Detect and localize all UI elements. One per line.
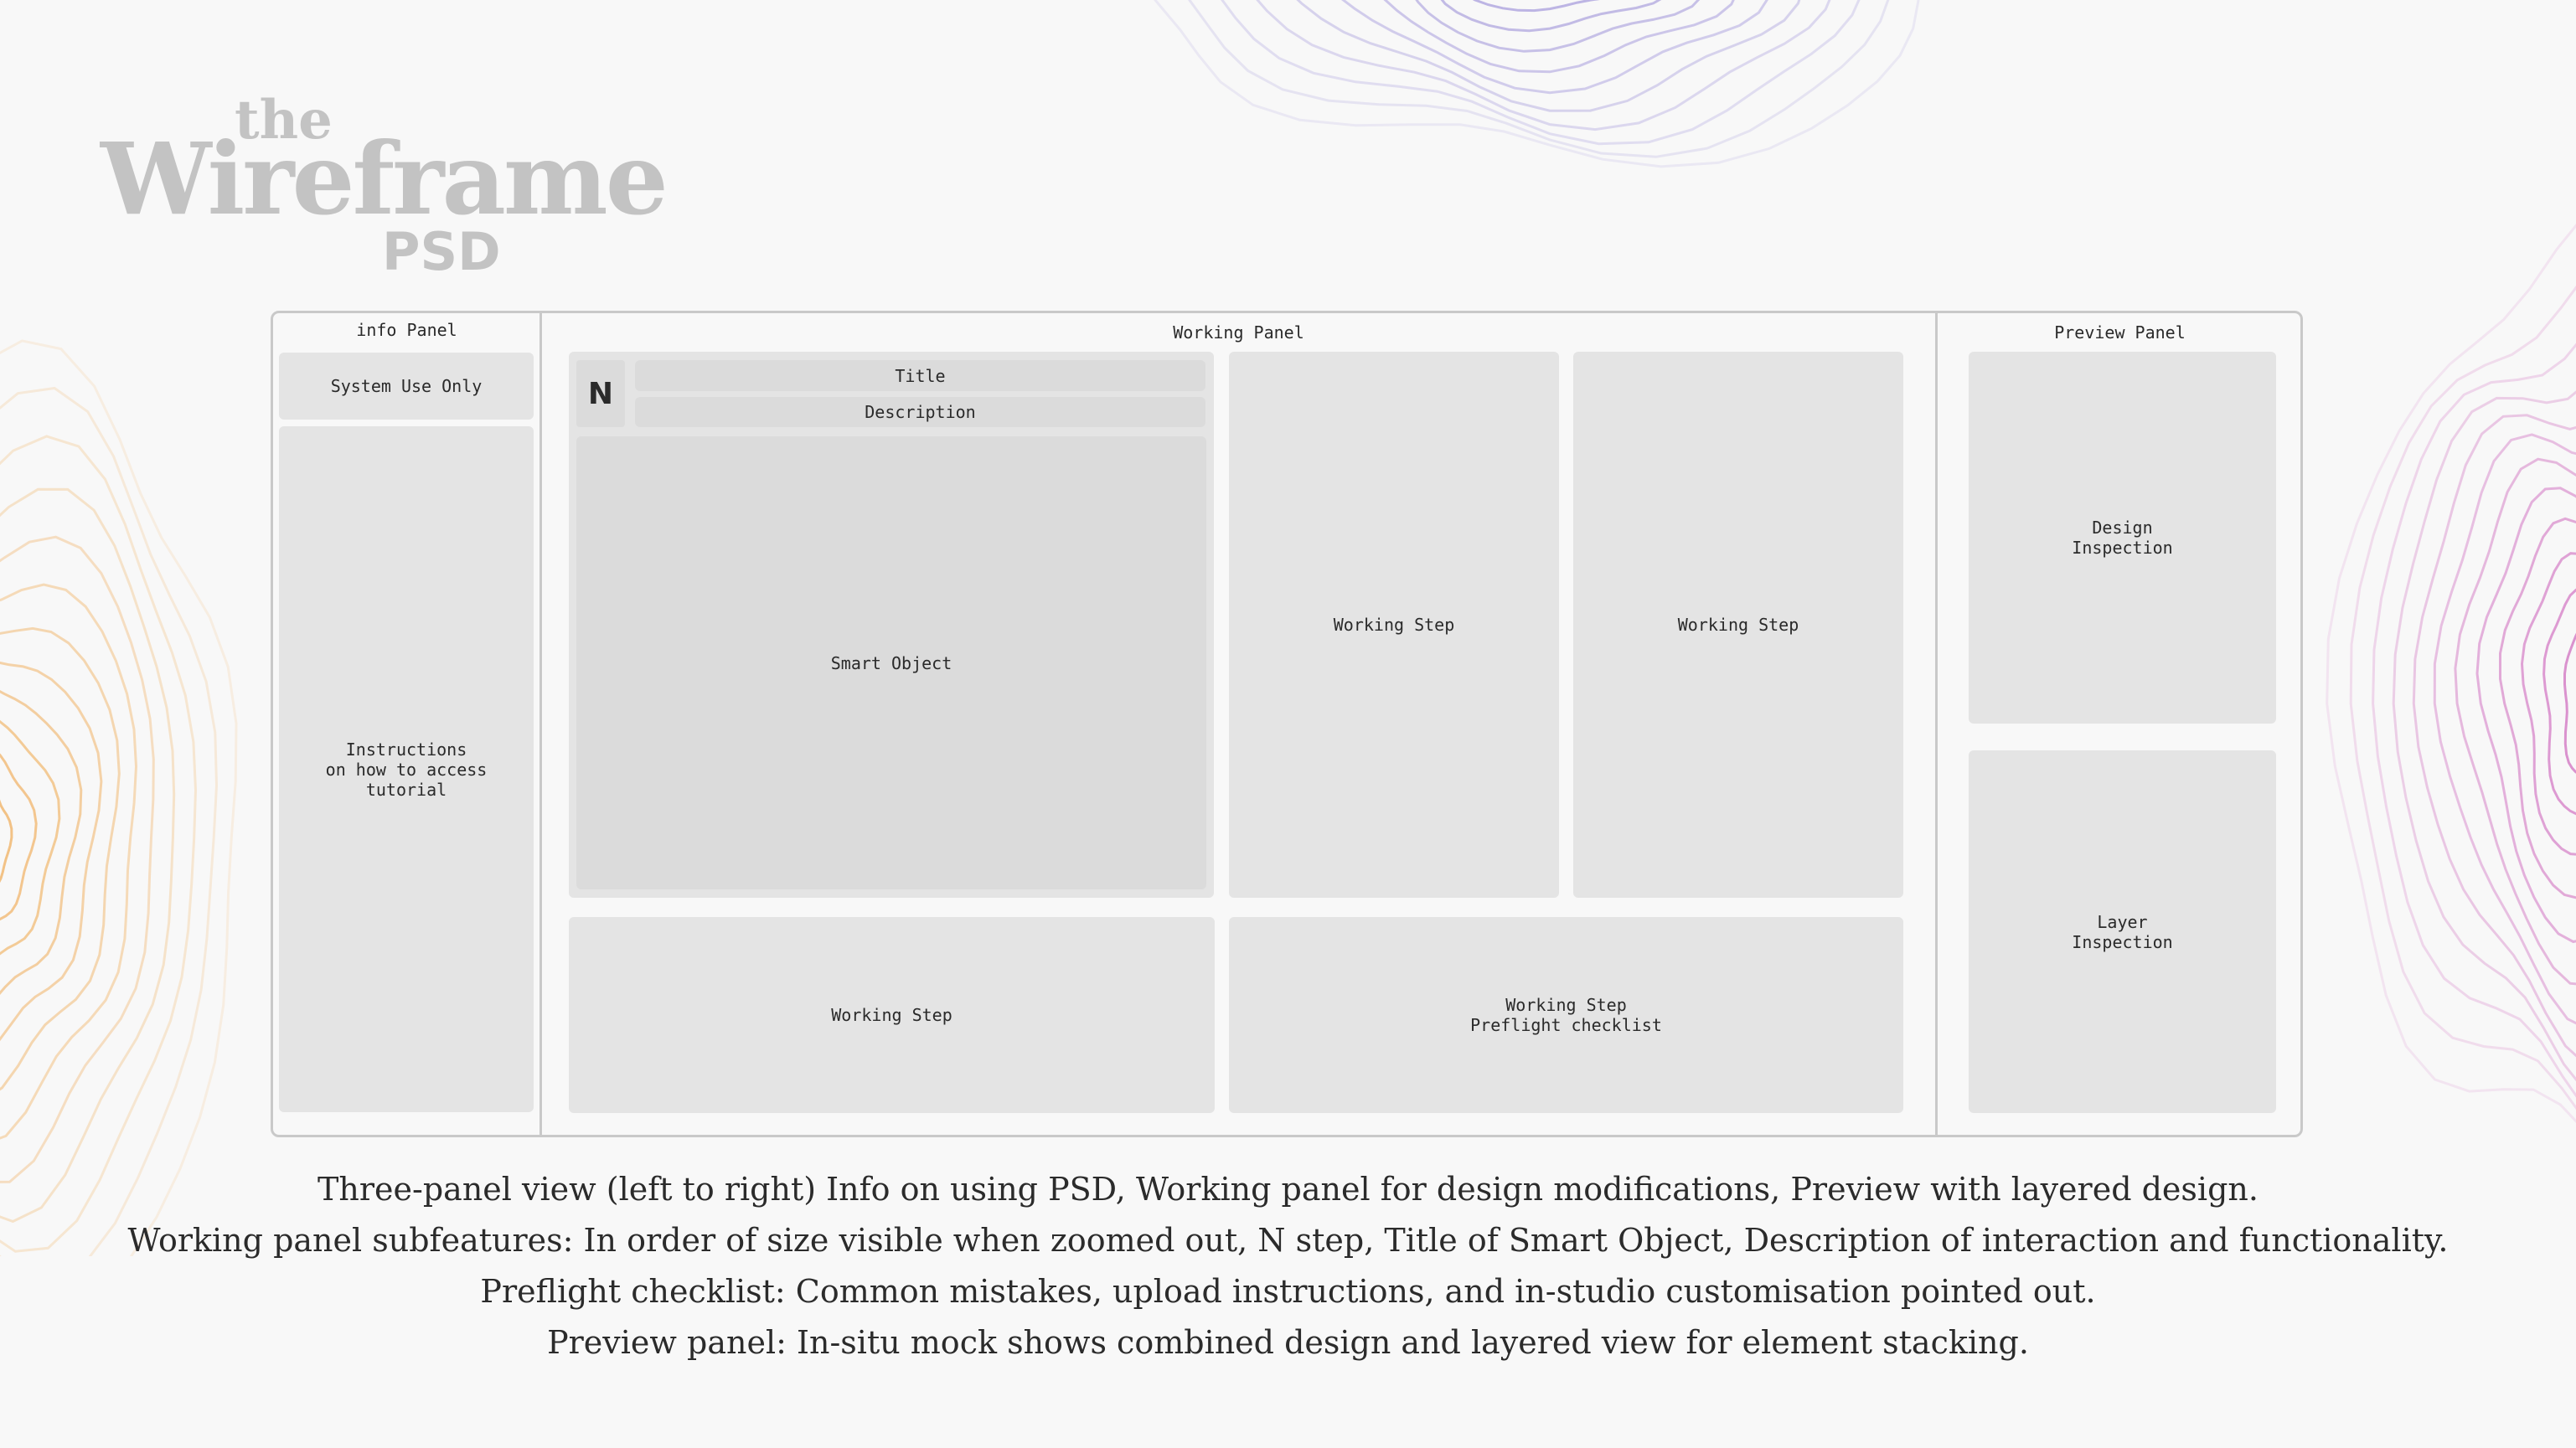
contour-line (1188, 0, 1890, 158)
working-step-box: Working Step (1229, 352, 1559, 898)
working-step-box: Working Step (569, 917, 1215, 1113)
title-field-label: Title (895, 365, 946, 386)
contour-line (1472, 0, 1600, 13)
smart-object-area: Smart Object (576, 436, 1206, 889)
title-field: Title (635, 360, 1205, 391)
working-step-label: Working Step (1677, 615, 1799, 635)
system-use-label: System Use Only (330, 376, 483, 396)
contour-line (1440, 0, 1662, 33)
design-inspection-box: Design Inspection (1969, 352, 2276, 724)
contour-line (0, 435, 198, 1253)
preflight-checklist-label: Working Step Preflight checklist (1470, 995, 1662, 1035)
contour-line (1221, 0, 1861, 146)
contour-line (2433, 433, 2576, 1025)
contour-line (2542, 588, 2576, 816)
instructions-label: Instructions on how to access tutorial (325, 739, 488, 800)
logo-wireframe: Wireframe (101, 121, 669, 237)
working-step-label: Working Step (831, 1005, 952, 1025)
contour-line (2392, 390, 2576, 1082)
working-step-box: Working Step (1573, 352, 1903, 898)
preview-panel-title: Preview Panel (2054, 322, 2186, 343)
contour-right-decoration (2326, 223, 2576, 1124)
working-step-label: Working Step (1333, 615, 1455, 635)
contour-line (0, 535, 155, 1183)
contour-line (1154, 0, 1920, 168)
preflight-checklist-box: Working Step Preflight checklist (1229, 917, 1903, 1113)
description-field: Description (635, 397, 1205, 427)
contour-line (2349, 285, 2576, 1110)
logo: the Wireframe PSD (101, 84, 669, 285)
panel-divider-right (1935, 311, 1938, 1137)
contour-line (1296, 0, 1801, 112)
contour-line (2563, 632, 2576, 774)
contour-line (0, 661, 103, 1042)
contour-line (1256, 0, 1831, 131)
instructions-box: Instructions on how to access tutorial (279, 426, 534, 1112)
contour-line (0, 339, 238, 1256)
contour-line (2412, 414, 2576, 1058)
contour-line (0, 719, 61, 956)
contour-line (2326, 223, 2576, 1124)
description-field-label: Description (865, 402, 976, 422)
caption-line: Preflight checklist: Common mistakes, up… (480, 1273, 2096, 1310)
contour-line (2520, 552, 2576, 856)
system-use-box: System Use Only (279, 353, 534, 420)
design-inspection-label: Design Inspection (2072, 518, 2173, 558)
caption-line: Three-panel view (left to right) Info on… (317, 1171, 2259, 1208)
contour-line (0, 487, 176, 1224)
info-panel-title: info Panel (356, 320, 457, 340)
working-panel-title: Working Panel (1173, 322, 1304, 343)
contour-line (0, 386, 219, 1256)
contour-line (1341, 0, 1768, 95)
contour-line (2475, 487, 2576, 944)
contour-line (0, 583, 138, 1140)
panel-divider-left (539, 311, 542, 1137)
contour-line (0, 626, 121, 1091)
contour-line (2499, 517, 2576, 899)
n-step-box: N (576, 360, 625, 427)
smart-object-label: Smart Object (830, 652, 952, 673)
contour-left-decoration (0, 339, 238, 1256)
caption-line: Preview panel: In-situ mock shows combin… (547, 1324, 2029, 1361)
contour-line (2454, 457, 2576, 986)
contour-line (2372, 343, 2576, 1098)
contour-top-decoration (1154, 0, 1920, 168)
contour-line (1383, 0, 1735, 74)
contour-line (0, 689, 83, 996)
contour-line (0, 753, 38, 921)
layer-inspection-box: Layer Inspection (1969, 750, 2276, 1113)
caption-line: Working panel subfeatures: In order of s… (127, 1222, 2449, 1259)
contour-line (1415, 0, 1701, 53)
layer-inspection-label: Layer Inspection (2072, 911, 2173, 952)
logo-psd: PSD (382, 221, 501, 282)
contour-line (0, 799, 13, 884)
caption: Three-panel view (left to right) Info on… (0, 1164, 2576, 1368)
